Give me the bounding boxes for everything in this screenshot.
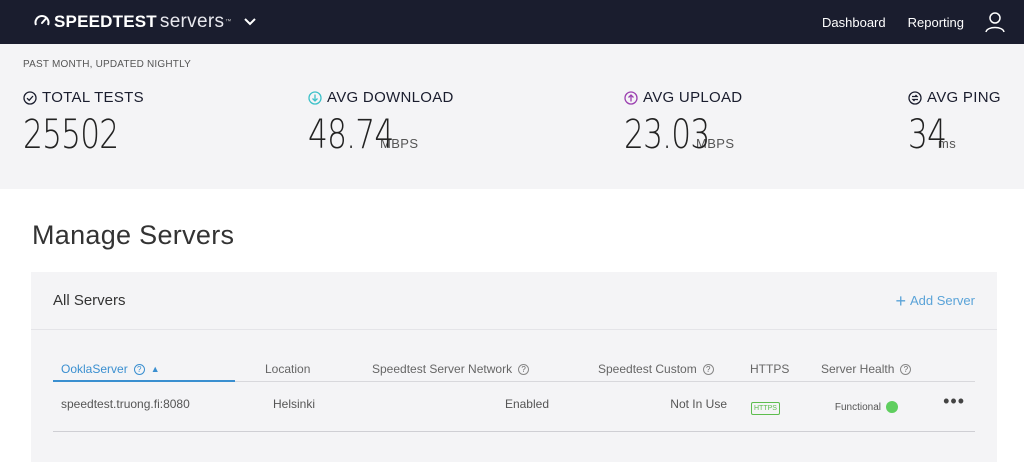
health-status-dot (886, 401, 898, 413)
page-title: Manage Servers (32, 220, 235, 250)
sort-ascending-icon[interactable]: ▲ (151, 364, 160, 374)
download-arrow-icon (308, 90, 322, 105)
stat-avg-ping-value: 34 (908, 112, 947, 158)
add-server-label: Add Server (909, 293, 975, 308)
stats-period-label: PAST MONTH, UPDATED NIGHTLY (23, 59, 192, 70)
column-header-health-label: Server Health (821, 362, 895, 376)
table-header-row: OoklaServer ? ▲ Location Speedtest Serve… (53, 360, 975, 382)
stat-total-tests: TOTAL TESTS 25502 (23, 89, 145, 158)
stat-avg-upload: AVG UPLOAD 23.03 MBPS (624, 89, 742, 158)
servers-table: OoklaServer ? ▲ Location Speedtest Serve… (53, 360, 975, 432)
stat-avg-upload-label: AVG UPLOAD (643, 89, 743, 106)
servers-card: All Servers + Add Server OoklaServer ? ▲… (31, 272, 997, 462)
https-badge: HTTPS (751, 402, 780, 415)
stat-avg-download-value: 48.74 (308, 112, 394, 158)
server-network-status: Enabled (504, 397, 549, 411)
stat-avg-ping-value-row: 34 ms (908, 112, 1001, 158)
column-header-network-label: Speedtest Server Network (372, 362, 513, 376)
stat-avg-download: AVG DOWNLOAD 48.74 MBPS (308, 89, 454, 158)
stat-avg-ping-label: AVG PING (927, 89, 1001, 106)
stat-avg-ping: AVG PING 34 ms (908, 89, 1001, 158)
user-account-icon[interactable] (984, 11, 1006, 33)
brand-name: SPEEDTEST (54, 12, 157, 31)
top-nav-bar: SPEEDTEST servers ™ Dashboard Reporting (0, 0, 1024, 44)
column-header-server-label: OoklaServer (61, 362, 128, 376)
help-icon[interactable]: ? (900, 363, 912, 375)
upload-arrow-icon (624, 90, 638, 105)
column-header-custom[interactable]: Speedtest Custom ? (598, 362, 714, 376)
nav-reporting-link[interactable]: Reporting (908, 15, 964, 30)
server-location: Helsinki (273, 397, 316, 411)
server-health: Functional (835, 401, 898, 413)
top-nav-links: Dashboard Reporting (800, 11, 1006, 33)
nav-dashboard-link[interactable]: Dashboard (822, 15, 886, 30)
help-icon[interactable]: ? (518, 363, 530, 375)
column-header-custom-label: Speedtest Custom (598, 362, 697, 376)
column-header-https-label: HTTPS (750, 362, 790, 376)
server-custom-status: Not In Use (670, 397, 727, 411)
speedometer-icon (34, 15, 50, 26)
more-options-icon[interactable]: ••• (943, 391, 965, 412)
speedtest-logo[interactable]: SPEEDTEST servers ™ (34, 11, 231, 33)
check-circle-icon (23, 90, 37, 105)
table-row[interactable]: speedtest.truong.fi:8080 Helsinki Enable… (53, 382, 975, 432)
brand-product: servers (159, 11, 225, 32)
stat-total-tests-header: TOTAL TESTS (23, 89, 145, 106)
stat-avg-upload-value-row: 23.03 MBPS (624, 112, 742, 158)
add-server-button[interactable]: + Add Server (895, 292, 975, 310)
column-header-location[interactable]: Location (265, 362, 310, 376)
stat-total-tests-label: TOTAL TESTS (42, 89, 144, 106)
server-address[interactable]: speedtest.truong.fi:8080 (61, 397, 190, 411)
stat-avg-download-label: AVG DOWNLOAD (327, 89, 454, 106)
stats-panel: PAST MONTH, UPDATED NIGHTLY TOTAL TESTS … (0, 44, 1024, 189)
column-header-https[interactable]: HTTPS (750, 362, 789, 376)
trademark-mark: ™ (225, 19, 232, 25)
server-health-label: Functional (834, 401, 881, 413)
stat-total-tests-value-row: 25502 (23, 112, 145, 158)
chevron-down-icon[interactable] (243, 15, 257, 29)
servers-card-title: All Servers (53, 292, 126, 309)
plus-icon: + (895, 290, 906, 311)
ping-icon (908, 90, 922, 105)
stat-total-tests-value: 25502 (23, 112, 119, 158)
column-header-network[interactable]: Speedtest Server Network ? (372, 362, 530, 376)
stat-avg-upload-header: AVG UPLOAD (624, 89, 742, 106)
stat-avg-upload-value: 23.03 (624, 112, 710, 158)
stat-avg-download-value-row: 48.74 MBPS (308, 112, 454, 158)
servers-card-header: All Servers + Add Server (31, 272, 997, 330)
stat-avg-ping-header: AVG PING (908, 89, 1001, 106)
column-header-location-label: Location (265, 362, 311, 376)
help-icon[interactable]: ? (702, 363, 714, 375)
help-icon[interactable]: ? (133, 363, 145, 375)
stat-avg-download-header: AVG DOWNLOAD (308, 89, 454, 106)
column-header-health[interactable]: Server Health ? (821, 362, 912, 376)
column-header-server[interactable]: OoklaServer ? ▲ (61, 362, 160, 376)
